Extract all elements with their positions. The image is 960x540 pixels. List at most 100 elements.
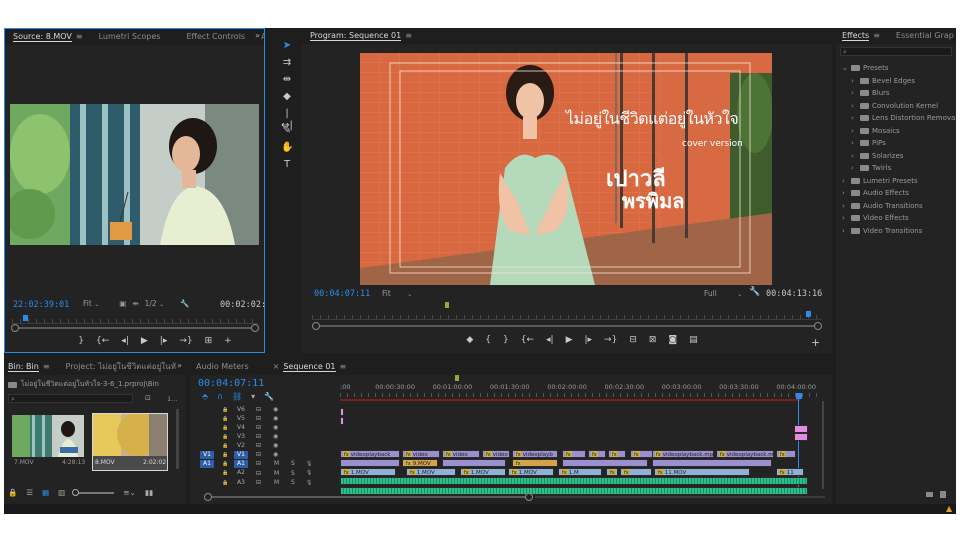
- v1-clip[interactable]: fx: [620, 468, 652, 476]
- track-name[interactable]: V5: [234, 415, 248, 423]
- track-name[interactable]: A1: [234, 459, 248, 468]
- source-patch-toggle[interactable]: [200, 424, 214, 432]
- source-time-ruler[interactable]: [12, 315, 258, 324]
- sync-lock-icon[interactable]: ⊟: [256, 406, 261, 413]
- v1-clip[interactable]: fx 1.MOV: [460, 468, 506, 476]
- track-select-icon[interactable]: ⇉: [281, 57, 293, 69]
- effects-tree-item[interactable]: › Lens Distortion Removal: [851, 114, 956, 122]
- go-to-out-icon-program[interactable]: →}: [604, 335, 617, 345]
- zoom-slider[interactable]: [72, 488, 115, 496]
- chevron-right-icon[interactable]: ›: [842, 189, 848, 197]
- source-patch-toggle[interactable]: A1: [200, 459, 214, 468]
- track-name[interactable]: A3: [234, 479, 248, 487]
- effects-tree-item[interactable]: › Bevel Edges: [851, 77, 915, 85]
- insert-overwrite-icon[interactable]: ⬘: [202, 392, 208, 401]
- v3-clip[interactable]: fx videoplayback: [340, 450, 400, 458]
- eye-icon[interactable]: ◉: [273, 433, 278, 440]
- track-name[interactable]: V1: [234, 450, 248, 459]
- sync-lock-icon[interactable]: ⊟: [256, 479, 261, 486]
- tab-effect-controls[interactable]: Effect Controls: [178, 29, 253, 45]
- list-view-icon[interactable]: ☰: [26, 488, 33, 497]
- microphone-icon[interactable]: 🎙: [306, 480, 312, 486]
- project-overflow-icon[interactable]: »: [177, 361, 182, 370]
- v2-clip[interactable]: [442, 459, 506, 467]
- microphone-icon[interactable]: 🎙: [306, 461, 312, 467]
- v1-clip[interactable]: fx 1.MOV: [508, 468, 554, 476]
- program-zoom-end-handle[interactable]: [814, 322, 822, 330]
- v1-clip[interactable]: fx 11.MOV: [654, 468, 750, 476]
- chevron-right-icon[interactable]: ›: [842, 227, 848, 235]
- mute-button[interactable]: M: [274, 460, 279, 467]
- sync-lock-icon[interactable]: ⊟: [256, 415, 261, 422]
- v1-clip[interactable]: fx 1.MOV: [406, 468, 456, 476]
- track-lock-icon[interactable]: 🔒: [222, 416, 228, 422]
- effects-tree-item[interactable]: › Video Effects: [842, 214, 909, 222]
- track-lock-icon[interactable]: 🔒: [222, 443, 228, 449]
- program-time-ruler[interactable]: [312, 311, 822, 320]
- effects-tree-item[interactable]: › Twirls: [851, 164, 891, 172]
- source-patch-toggle[interactable]: [200, 415, 214, 423]
- title-clip[interactable]: [794, 425, 808, 433]
- track-name[interactable]: V4: [234, 424, 248, 432]
- tab-audio-meters[interactable]: Audio Meters: [190, 359, 257, 375]
- chevron-right-icon[interactable]: ›: [851, 114, 857, 122]
- chevron-down-icon[interactable]: ⌄: [842, 64, 848, 72]
- step-back-icon[interactable]: ◂|: [121, 336, 129, 346]
- effects-tree-item[interactable]: › Solarizes: [851, 152, 903, 160]
- program-playhead[interactable]: [806, 311, 811, 317]
- timeline-zoom-end-handle[interactable]: [525, 493, 533, 501]
- chevron-right-icon[interactable]: ›: [851, 77, 857, 85]
- tab-sequence[interactable]: Sequence 01 ≡: [281, 359, 354, 375]
- source-resolution-dropdown[interactable]: 1/2 ⌄: [145, 299, 165, 308]
- sync-lock-icon[interactable]: ⊟: [256, 470, 261, 477]
- warning-icon[interactable]: ▲: [946, 504, 952, 513]
- chevron-right-icon[interactable]: ›: [842, 214, 848, 222]
- linked-selection-icon[interactable]: ⛓: [232, 392, 242, 401]
- program-marker[interactable]: [445, 302, 449, 308]
- v3-clip[interactable]: fx: [562, 450, 586, 458]
- effects-search-input[interactable]: ⌕: [840, 47, 952, 56]
- audio-clip[interactable]: [340, 486, 808, 495]
- step-forward-icon-program[interactable]: |▸: [584, 335, 592, 345]
- sync-lock-icon[interactable]: ⊟: [256, 451, 261, 458]
- track-name[interactable]: V6: [234, 406, 248, 414]
- program-wrench-icon[interactable]: 🔧: [749, 287, 760, 297]
- sync-lock-icon[interactable]: ⊟: [256, 442, 261, 449]
- source-patch-toggle[interactable]: [200, 479, 214, 487]
- source-zoom-start-handle[interactable]: [11, 324, 19, 332]
- eye-icon[interactable]: ◉: [273, 451, 278, 458]
- sync-lock-icon[interactable]: ⊟: [256, 424, 261, 431]
- chevron-right-icon[interactable]: ›: [851, 102, 857, 110]
- track-lock-icon[interactable]: 🔒: [222, 407, 228, 413]
- source-settings-icon[interactable]: ▣: [119, 299, 126, 308]
- effects-tree-item[interactable]: › Audio Effects: [842, 189, 909, 197]
- tab-essential-graphics[interactable]: Essential Grap: [888, 28, 956, 44]
- track-name[interactable]: V2: [234, 442, 248, 450]
- panel-overflow-icon[interactable]: »: [255, 31, 260, 40]
- track-name[interactable]: V3: [234, 433, 248, 441]
- tab-source[interactable]: Source: 8.MOV ≡: [5, 29, 91, 45]
- v2-clip[interactable]: [562, 459, 648, 467]
- v2-clip[interactable]: fx 9.MOV: [402, 459, 438, 467]
- track-lock-icon[interactable]: 🔒: [222, 452, 228, 458]
- track-lock-icon[interactable]: 🔒: [222, 470, 228, 476]
- tab-bin[interactable]: Bin: Bin ≡: [4, 359, 58, 375]
- timeline-vertical-scroll[interactable]: [822, 401, 824, 489]
- project-vertical-scroll[interactable]: [176, 409, 179, 469]
- source-fit-dropdown[interactable]: Fit ⌄: [83, 299, 99, 308]
- source-playhead[interactable]: [23, 315, 28, 321]
- v3-clip[interactable]: fx videoplayb: [512, 450, 558, 458]
- program-zoom-bar[interactable]: [312, 322, 822, 330]
- media-thumb-8mov[interactable]: 8.MOV 2:02:02: [92, 413, 168, 471]
- tab-effects[interactable]: Effects ≡: [836, 28, 888, 44]
- icon-view-icon[interactable]: ▦: [42, 488, 49, 497]
- chevron-right-icon[interactable]: ›: [842, 202, 848, 210]
- source-patch-toggle[interactable]: [200, 469, 214, 477]
- add-marker-icon[interactable]: ◆: [466, 335, 473, 345]
- timeline-ruler[interactable]: :00 00:00:30:00 00:01:00:00 00:01:30:00 00:0…: [340, 381, 820, 397]
- title-clip[interactable]: [340, 408, 344, 416]
- program-fit-dropdown[interactable]: Fit ⌄: [382, 289, 412, 298]
- effects-tree-item[interactable]: › Blurs: [851, 89, 890, 97]
- go-to-in-icon-program[interactable]: {←: [521, 335, 534, 345]
- source-zoom-bar[interactable]: [11, 324, 259, 332]
